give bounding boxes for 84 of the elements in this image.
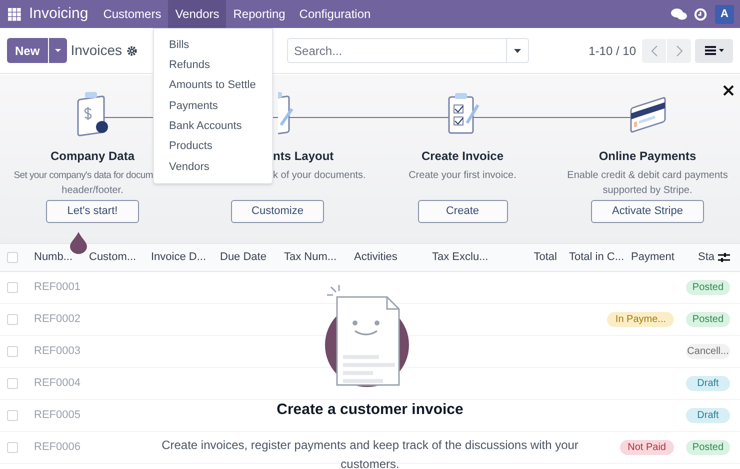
gear-icon[interactable] <box>127 46 138 56</box>
search-options-toggle[interactable] <box>507 38 530 63</box>
menu-item[interactable]: Products <box>154 136 272 157</box>
empty-state-text: Create invoices, register payments and keep track of the discussions with your customers. <box>160 436 580 469</box>
column-header[interactable]: Payment <box>631 249 698 266</box>
menu-item[interactable]: Vendors <box>154 156 272 178</box>
chat-bubbles-icon[interactable] <box>671 8 687 20</box>
drop-marker-icon <box>70 232 87 254</box>
menu-item[interactable]: Bank Accounts <box>154 116 272 136</box>
column-header[interactable]: Activities <box>354 249 432 266</box>
column-header[interactable]: Invoice D... <box>151 249 220 266</box>
user-avatar[interactable]: A <box>715 4 734 24</box>
nav-menu[interactable]: Configuration <box>292 0 378 28</box>
caret-icon <box>54 48 61 52</box>
menu-item[interactable]: Bills <box>154 35 272 56</box>
step-description: Create your first invoice. <box>408 169 516 183</box>
column-header[interactable]: Due Date <box>220 249 284 266</box>
step-description: k of your documents. <box>273 169 366 183</box>
step-button[interactable]: Customize <box>230 200 324 223</box>
column-header[interactable]: Numb... <box>34 249 89 266</box>
step-title: nts Layout <box>273 148 334 165</box>
step-title: Online Payments <box>598 148 696 165</box>
caret-icon <box>514 48 522 52</box>
step-description: Set your company's data for docum <box>14 169 153 183</box>
invoice-number: REF0003 <box>34 344 80 360</box>
chevron-left-icon <box>650 44 658 56</box>
menu-item[interactable]: Payments <box>154 96 272 116</box>
clock-icon[interactable] <box>694 8 707 20</box>
view-switcher-button[interactable] <box>695 38 733 62</box>
step-description: supported by Stripe. <box>602 184 692 198</box>
invoice-number: REF0001 <box>34 280 80 296</box>
search-field[interactable]: Search... <box>287 38 508 63</box>
list-view-icon <box>704 46 716 55</box>
select-all-checkbox[interactable] <box>7 252 18 263</box>
new-dropdown-toggle[interactable] <box>48 38 67 63</box>
invoice-clipboard-icon <box>278 91 294 137</box>
menu-item[interactable]: Amounts to Settle <box>154 76 272 96</box>
invoice-number: REF0005 <box>34 408 80 424</box>
invoice-clipboard-icon <box>76 91 110 137</box>
payment-status-badge: In Payme... <box>607 312 674 327</box>
column-settings-icon[interactable] <box>718 252 730 263</box>
new-button[interactable]: New <box>7 38 48 63</box>
step-title: Create Invoice <box>421 148 504 165</box>
column-header[interactable]: Custom... <box>89 249 151 266</box>
nav-menu[interactable]: Customers <box>96 0 168 28</box>
close-icon[interactable] <box>723 85 734 96</box>
row-checkbox[interactable] <box>7 282 18 293</box>
row-checkbox[interactable] <box>7 442 18 453</box>
invoice-number: REF0006 <box>34 440 80 456</box>
app-title[interactable]: Invoicing <box>29 2 88 26</box>
status-badge: Draft <box>686 376 730 391</box>
step-button[interactable]: Activate Stripe <box>591 200 704 223</box>
nav-menu[interactable]: Reporting <box>226 0 292 28</box>
column-header[interactable]: Tax Exclu... <box>432 249 524 266</box>
nav-menu[interactable]: Vendors <box>168 0 226 28</box>
status-badge: Posted <box>686 440 730 455</box>
column-header[interactable]: Tax Num... <box>284 249 354 266</box>
step-button[interactable]: Let's start! <box>46 200 139 223</box>
caret-icon <box>718 49 724 52</box>
status-badge: Draft <box>686 408 730 423</box>
row-checkbox[interactable] <box>7 314 18 325</box>
apps-grid-icon[interactable] <box>8 8 21 20</box>
step-title: Company Data <box>50 148 135 165</box>
menu-item[interactable]: Refunds <box>154 55 272 76</box>
payment-status-badge: Not Paid <box>620 440 674 455</box>
invoice-number: REF0002 <box>34 312 80 328</box>
row-checkbox[interactable] <box>7 410 18 421</box>
column-header[interactable]: Sta <box>698 249 726 266</box>
empty-state-title: Create a customer invoice <box>276 400 464 420</box>
status-badge: Posted <box>686 280 730 295</box>
step-description: Enable credit & debit card payments <box>567 169 728 183</box>
step-button[interactable]: Create <box>418 200 508 223</box>
column-header[interactable]: Total in C... <box>563 249 631 266</box>
pager-value: 1-10 / 10 <box>588 42 636 60</box>
invoice-number: REF0004 <box>34 376 80 392</box>
page-title: Invoices <box>70 41 122 60</box>
status-badge: Cancell... <box>686 344 730 359</box>
step-description: header/footer. <box>62 184 124 198</box>
row-checkbox[interactable] <box>7 378 18 389</box>
status-badge: Posted <box>686 312 730 327</box>
row-checkbox[interactable] <box>7 346 18 357</box>
checklist-clipboard-icon <box>446 91 480 137</box>
column-header[interactable]: Total <box>524 249 563 266</box>
chevron-right-icon <box>676 44 682 56</box>
